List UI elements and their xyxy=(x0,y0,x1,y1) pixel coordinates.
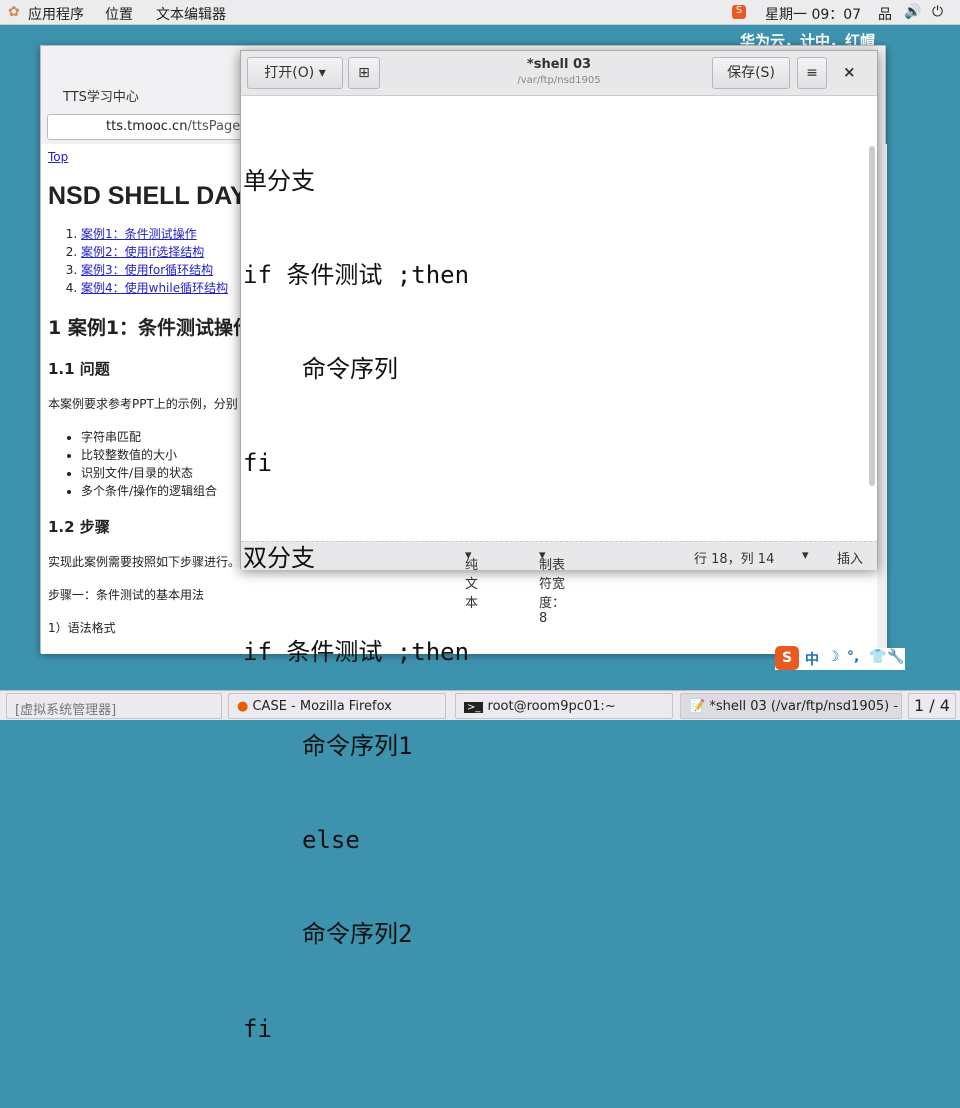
task-firefox[interactable]: ● CASE - Mozilla Firefox xyxy=(228,693,446,719)
applications-menu[interactable]: 应用程序 xyxy=(28,4,84,24)
text-line: fi xyxy=(243,1014,272,1043)
text-area[interactable]: 单分支 if 条件测试 ;then 命令序列 fi 双分支 if 条件测试 ;t… xyxy=(243,103,469,1108)
volume-icon[interactable]: 🔊 xyxy=(904,4,921,20)
skin-icon[interactable]: 👕 xyxy=(869,649,886,665)
desktop-banner: 华为云，计中，红帽 xyxy=(740,32,876,46)
gedit-icon: 📝 xyxy=(689,699,706,714)
save-button[interactable]: 保存(S) xyxy=(712,57,790,89)
task-label: root@room9pc01:~ xyxy=(487,699,616,714)
moon-icon[interactable]: ☽ xyxy=(827,649,840,665)
close-icon[interactable]: × xyxy=(843,63,856,81)
tab-title: TTS学习中心 xyxy=(63,90,139,105)
tab-width-selector[interactable]: 制表符宽度：8 ▾ xyxy=(539,548,565,626)
task-gedit[interactable]: 📝 *shell 03 (/var/ftp/nsd1905) - ··· xyxy=(680,693,902,719)
hamburger-icon: ≡ xyxy=(806,65,818,81)
toc-link[interactable]: 案例2：使用if选择结构 xyxy=(81,245,204,259)
firefox-icon: ● xyxy=(237,699,249,714)
task-label: CASE - Mozilla Firefox xyxy=(252,699,392,714)
task-label: *shell 03 (/var/ftp/nsd1905) - ··· xyxy=(709,699,902,714)
top-link[interactable]: Top xyxy=(48,150,68,164)
url-host: tts.tmooc.cn xyxy=(106,119,188,134)
ime-toolbar[interactable]: S 中 ☽ °, 👕 🔧 xyxy=(775,646,905,670)
task-virt-manager[interactable]: [虚拟系统管理器] xyxy=(6,693,222,719)
text-line: else xyxy=(302,826,360,855)
task-label: [虚拟系统管理器] xyxy=(15,703,117,718)
top-panel: ✿ 应用程序 位置 文本编辑器 S 星期一 09：07 品 🔊 ⏻ xyxy=(0,0,960,25)
toc-link[interactable]: 案例4：使用while循环结构 xyxy=(81,281,228,295)
workspace-pager[interactable]: 1 / 4 xyxy=(908,693,956,719)
toc-link[interactable]: 案例3：使用for循环结构 xyxy=(81,263,213,277)
text-line: 双分支 xyxy=(243,543,315,572)
terminal-icon: >_ xyxy=(464,702,484,713)
cursor-position: 行 18，列 14 xyxy=(694,552,775,567)
text-line: 单分支 xyxy=(243,166,315,195)
text-line: 命令序列1 xyxy=(302,732,413,761)
network-icon[interactable]: 品 xyxy=(878,4,892,24)
editor-scrollbar[interactable] xyxy=(869,146,875,486)
text-line: 命令序列 xyxy=(302,355,398,384)
menu-button[interactable]: ≡ xyxy=(797,57,827,89)
tab-width-label: 制表符宽度：8 xyxy=(539,558,566,626)
ime-mode[interactable]: 中 xyxy=(805,649,819,669)
insert-mode[interactable]: 插入 xyxy=(837,548,863,567)
sogou-ime-icon[interactable]: S xyxy=(732,5,746,19)
clock[interactable]: 星期一 09：07 xyxy=(765,4,861,24)
text-line: 命令序列2 xyxy=(302,920,413,949)
task-terminal[interactable]: >_ root@room9pc01:~ xyxy=(455,693,673,719)
toc-link[interactable]: 案例1：条件测试操作 xyxy=(81,227,197,241)
position-chevron-icon[interactable]: ▾ xyxy=(802,548,809,563)
text-line: if 条件测试 ;then xyxy=(243,261,470,290)
taskbar: [虚拟系统管理器] ● CASE - Mozilla Firefox >_ ro… xyxy=(0,690,960,720)
power-icon[interactable]: ⏻ xyxy=(932,4,943,20)
wrench-icon[interactable]: 🔧 xyxy=(887,649,904,665)
places-menu[interactable]: 位置 xyxy=(105,4,133,24)
apps-icon: ✿ xyxy=(8,4,20,20)
punctuation-icon[interactable]: °, xyxy=(847,649,859,665)
text-editor-menu[interactable]: 文本编辑器 xyxy=(156,4,226,24)
text-line: fi xyxy=(243,449,272,478)
browser-scrollbar[interactable] xyxy=(879,144,887,652)
gedit-window: 打开(O) ▾ ⊞ *shell 03 /var/ftp/nsd1905 保存(… xyxy=(240,50,878,1043)
sogou-logo-icon: S xyxy=(775,646,799,670)
text-line: if 条件测试 ;then xyxy=(243,637,470,666)
header-bar: 打开(O) ▾ ⊞ *shell 03 /var/ftp/nsd1905 保存(… xyxy=(241,51,877,96)
